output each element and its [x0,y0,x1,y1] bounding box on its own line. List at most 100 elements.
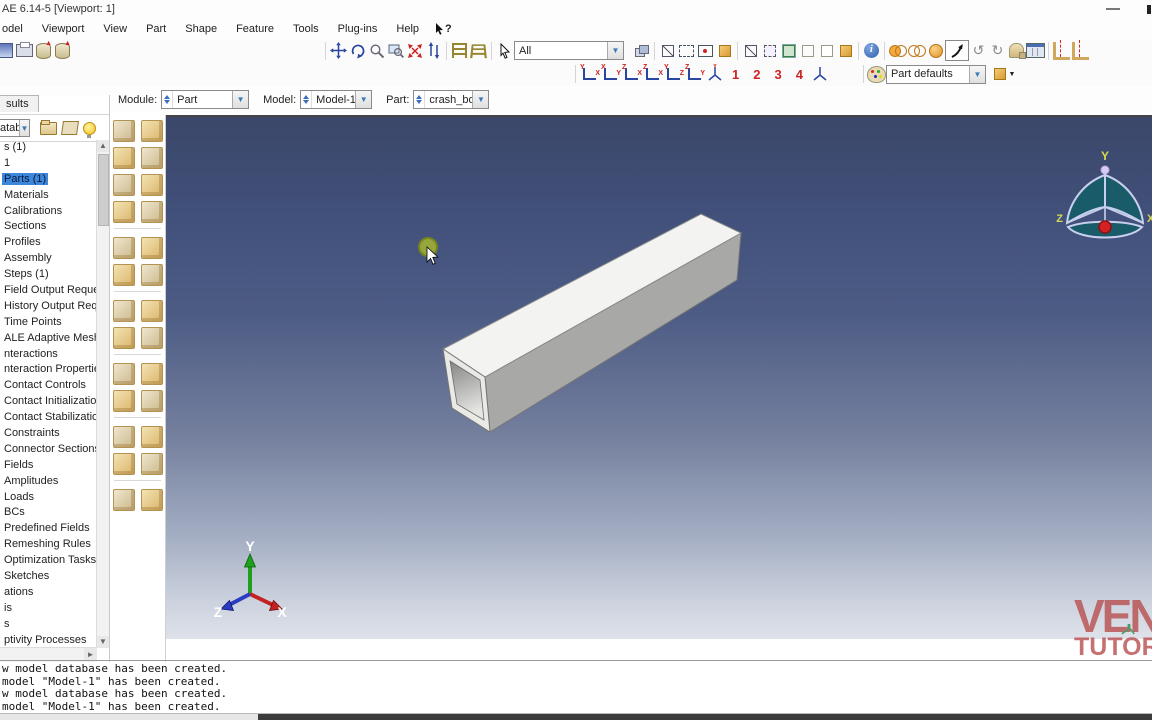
tree-item[interactable]: is [0,601,97,617]
sphere-tool-icon[interactable] [926,41,945,60]
hidden-line-render-icon[interactable] [760,41,779,60]
view-orientation-button-zx[interactable]: ZX [642,64,663,84]
model-manager-icon[interactable] [1026,41,1045,60]
view-preset-4[interactable]: 4 [789,67,810,82]
perspective-on-icon[interactable] [817,41,836,60]
tree-item[interactable]: Fields [0,458,97,474]
tree-item[interactable]: History Output Reque [0,299,97,315]
toolbox-tool-icon[interactable] [112,390,135,412]
toolbox-tool-icon[interactable] [112,300,135,322]
chevron-down-icon[interactable]: ▼ [355,91,372,108]
tree-vertical-scrollbar[interactable]: ▲ ▼ [96,140,109,648]
toolbox-tool-icon[interactable] [140,426,163,448]
tree-item[interactable]: Profiles [0,235,97,251]
minimize-button[interactable] [1106,8,1120,10]
overlapping-selection-icon[interactable] [632,41,651,60]
tree-item[interactable]: 1 [0,156,97,172]
custom-view-icon[interactable] [810,64,830,84]
toolbox-tool-icon[interactable] [112,120,135,142]
model-combo[interactable]: Model-1 ▼ [300,90,373,109]
toolbox-tool-icon[interactable] [140,120,163,142]
menu-item-plugins[interactable]: Plug-ins [329,20,388,38]
toolbox-tool-icon[interactable] [140,264,163,286]
view-orientation-button-xy[interactable]: XY [600,64,621,84]
toolbox-tool-icon[interactable] [140,453,163,475]
shaded-display-icon[interactable] [715,41,734,60]
selected-arrow-tool[interactable] [945,40,969,61]
scroll-down-icon[interactable]: ▼ [97,636,109,648]
database-combo[interactable]: ataba ▼ [0,119,30,137]
tree-item[interactable]: Steps (1) [0,267,97,283]
tree-item[interactable]: Contact Controls [0,378,97,394]
auto-fit-view-icon[interactable] [405,41,424,60]
spinner-icon[interactable] [301,91,313,108]
menu-item-viewport[interactable]: Viewport [33,20,95,38]
menu-item-part[interactable]: Part [137,20,176,38]
sketcher-tool-2-icon[interactable] [1071,39,1090,60]
tree-item[interactable]: Calibrations [0,204,97,220]
tree-item[interactable]: Sketches [0,569,97,585]
query-information-icon[interactable] [450,41,469,60]
view-preset-3[interactable]: 3 [767,67,788,82]
color-code-combo[interactable]: Part defaults ▼ [885,64,986,84]
tree-item[interactable]: Constraints [0,426,97,442]
tree-item[interactable]: Remeshing Rules [0,537,97,553]
toolbox-tool-icon[interactable] [112,174,135,196]
iso-view-icon[interactable]: Y [705,64,725,84]
tips-lightbulb-icon[interactable] [83,121,96,138]
sketcher-tool-icon[interactable] [1052,39,1071,60]
chevron-down-icon[interactable]: ▼ [968,65,985,83]
collapse-folder-icon[interactable] [40,119,57,135]
crash-box-part[interactable] [442,213,743,433]
tree-item[interactable]: Loads [0,490,97,506]
tree-item[interactable]: ALE Adaptive Mesh C [0,331,97,347]
tree-item[interactable]: Time Points [0,315,97,331]
toolbox-tool-icon[interactable] [112,453,135,475]
view-orientation-button-zy[interactable]: ZY [684,64,705,84]
toolbox-tool-icon[interactable] [112,426,135,448]
query-info-icon[interactable] [862,41,881,60]
boolean-merge-icon[interactable] [888,41,907,60]
tree-item[interactable]: Contact Stabilizations [0,410,97,426]
menu-item-tools[interactable]: Tools [284,20,329,38]
tree-item[interactable]: Parts (1) [0,172,97,188]
boolean-intersect-icon[interactable] [907,41,926,60]
cycle-views-icon[interactable] [424,41,443,60]
scrollbar-thumb[interactable] [98,154,109,226]
tree-item[interactable]: s [0,617,97,633]
toolbox-tool-icon[interactable] [112,237,135,259]
tree-item[interactable]: Amplitudes [0,474,97,490]
pan-view-icon[interactable] [329,41,348,60]
view-cut-icon[interactable] [658,41,677,60]
undo-icon[interactable]: ↺ [969,41,988,60]
spinner-icon[interactable] [414,91,426,108]
chevron-down-icon[interactable]: ▼ [19,120,29,136]
view-orientation-button-zx[interactable]: ZX [621,64,642,84]
display-group-dropdown[interactable]: ▼ [990,65,1020,84]
print-icon[interactable] [15,41,34,60]
select-cursor-icon[interactable] [495,41,514,60]
toolbox-tool-icon[interactable] [140,300,163,322]
tree-item[interactable]: Assembly [0,251,97,267]
perspective-off-icon[interactable] [798,41,817,60]
toolbox-tool-icon[interactable] [112,147,135,169]
save-file-icon[interactable] [0,41,15,60]
tree-item[interactable]: nteractions [0,347,97,363]
toolbox-tool-icon[interactable] [140,237,163,259]
toolbox-tool-icon[interactable] [112,201,135,223]
part-combo[interactable]: crash_box ▼ [413,90,490,109]
tree-item[interactable]: nteraction Properties [0,362,97,378]
view-compass[interactable]: Y Z X [1056,149,1152,239]
menu-item-help[interactable]: Help [387,20,429,38]
filled-cube-icon[interactable] [836,41,855,60]
spinner-icon[interactable] [162,91,174,108]
open-model-database-icon[interactable] [53,40,72,60]
toolbox-tool-icon[interactable] [140,201,163,223]
menu-item-feature[interactable]: Feature [227,20,284,38]
rotate-view-icon[interactable] [348,41,367,60]
toolbox-tool-icon[interactable] [112,363,135,385]
magnify-view-icon[interactable] [367,41,386,60]
tree-item[interactable]: ptivity Processes [0,633,97,648]
view-orientation-button-yz[interactable]: YZ [663,64,684,84]
shaded-render-icon[interactable] [779,41,798,60]
